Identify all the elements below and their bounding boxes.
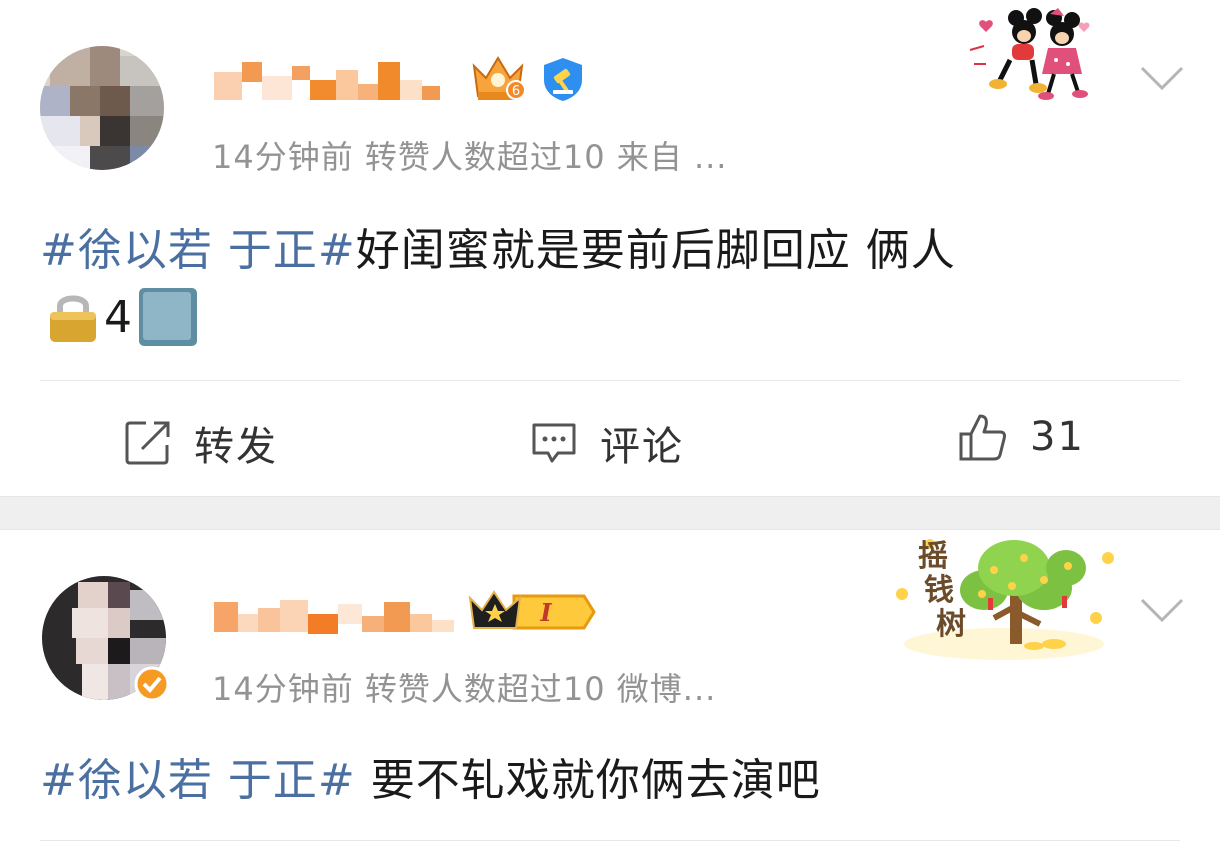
post-separator [0,496,1220,530]
post-meta: 14分钟前 转赞人数超过10 微博... [212,670,717,708]
thumbs-up-icon [959,414,1006,461]
repost-icon [125,421,170,465]
weibo-post: I 摇 钱 树 14分钟前 转赞人数超过10 微博... #徐以若 于正# 要不… [0,530,1220,847]
hashtag-link[interactable]: #徐以若 于正# [40,755,356,806]
blue-square-emoji [139,288,197,346]
comment-label: 评论 [600,424,684,470]
comment-icon [532,423,576,463]
verified-orange-badge [134,666,170,702]
repost-label: 转发 [194,424,278,470]
money-tree-sticker: 摇 钱 树 [884,534,1124,668]
svg-text:树: 树 [936,607,966,642]
like-button[interactable]: 31 [958,412,1085,462]
svg-text:摇: 摇 [918,539,948,574]
divider [40,380,1180,381]
svg-text:I: I [539,598,552,627]
post-text: 要不轧戏就你俩去演吧 [355,755,821,806]
vip-crown-badge[interactable]: I [466,588,596,640]
post-text: 好闺蜜就是要前后脚回应 俩人 [355,225,956,276]
post-content: #徐以若 于正# 要不轧戏就你俩去演吧 [40,744,821,808]
verified-gavel-badge[interactable] [540,56,586,106]
weibo-post: 6 14分钟前 转赞人数超过10 来自 ... #徐以若 于正#好闺蜜就是要前后… [0,0,1220,496]
repost-button[interactable]: 转发 [124,414,278,472]
chevron-down-icon[interactable] [1140,66,1184,90]
post-text-number: 4 [104,291,133,343]
username-blurred[interactable] [214,596,464,642]
lock-emoji [50,295,96,342]
like-count: 31 [1030,414,1085,460]
post-content-line2: 4 [48,286,199,348]
post-meta: 14分钟前 转赞人数超过10 来自 ... [212,138,728,176]
comment-button[interactable]: 评论 [530,414,684,472]
level-crown-badge[interactable]: 6 [468,52,528,108]
svg-text:钱: 钱 [924,573,954,608]
chevron-down-icon[interactable] [1140,598,1184,622]
svg-text:6: 6 [512,84,520,99]
avatar[interactable] [40,46,164,170]
username-blurred[interactable] [214,58,454,104]
post-content: #徐以若 于正#好闺蜜就是要前后脚回应 俩人 [40,214,956,278]
hashtag-link[interactable]: #徐以若 于正# [40,225,356,276]
mickey-minnie-sticker [950,4,1100,108]
divider [40,840,1180,841]
